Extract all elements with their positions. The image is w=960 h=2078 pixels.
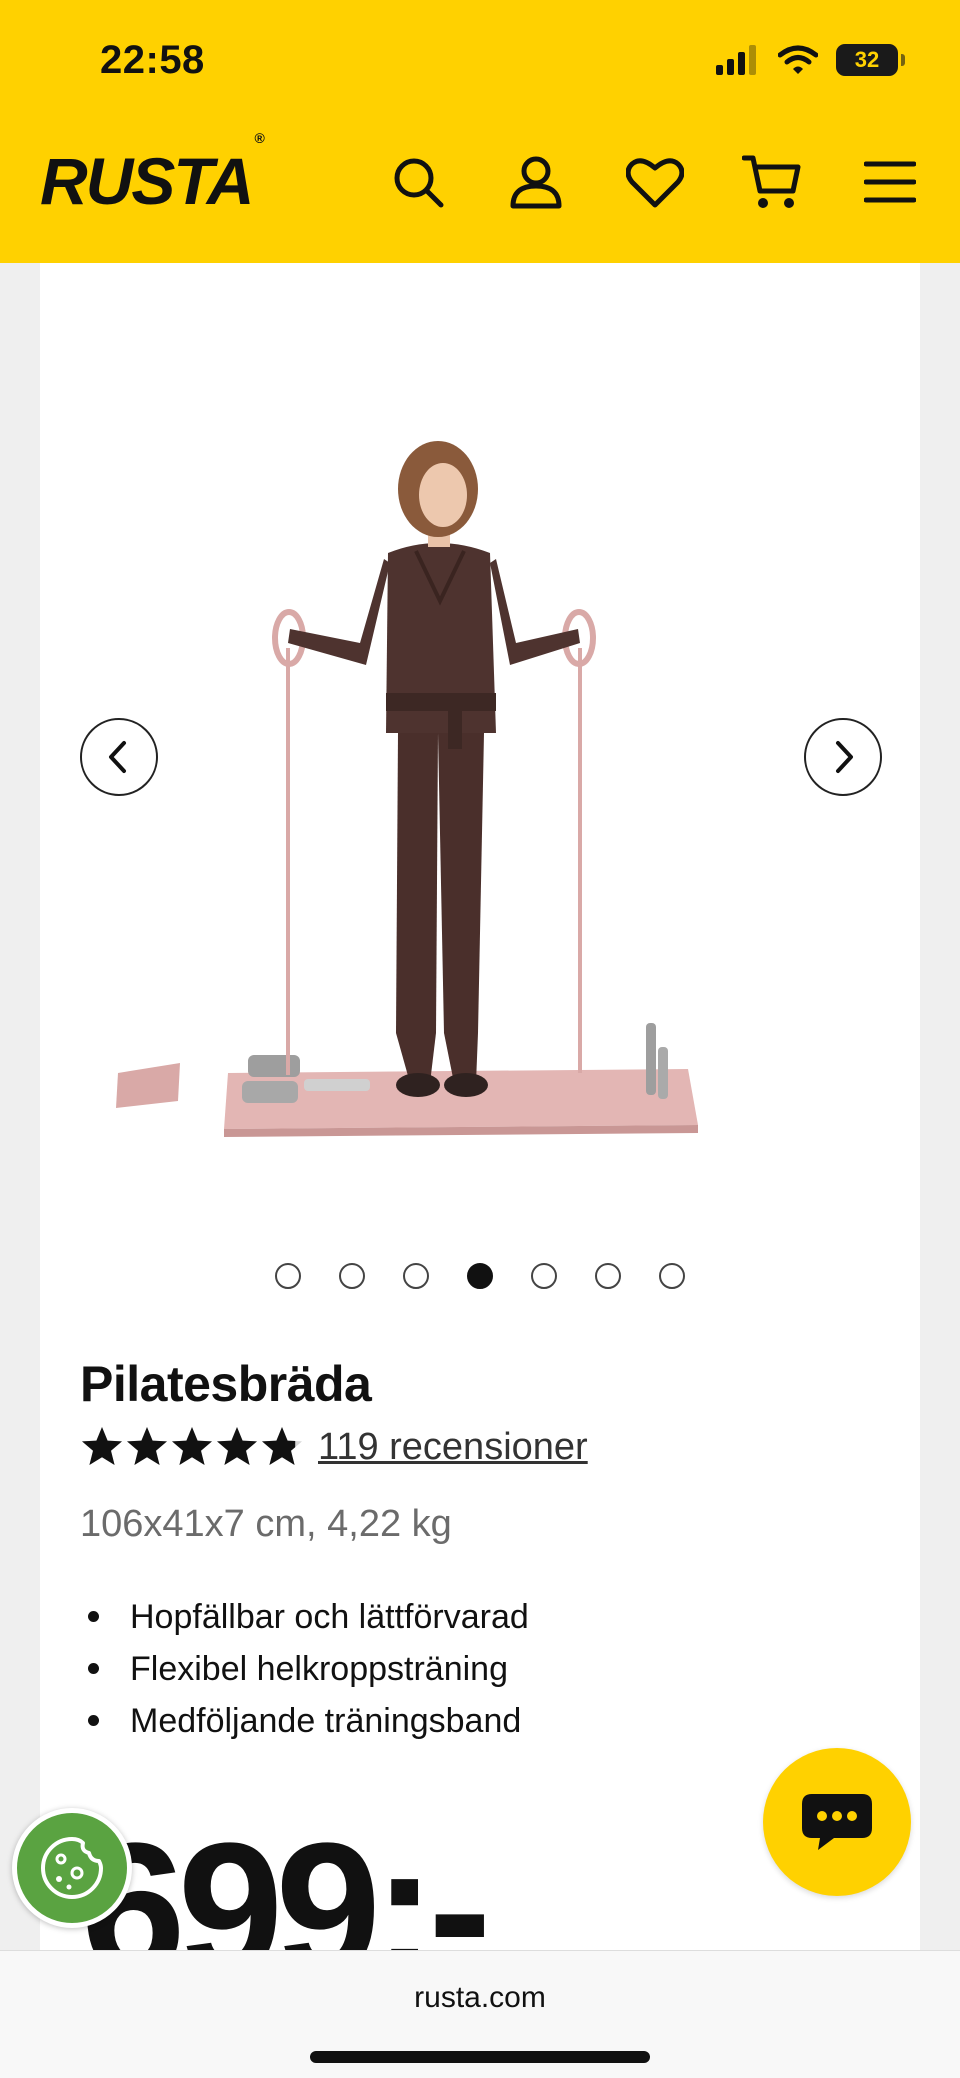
gallery-dot[interactable] (531, 1263, 557, 1289)
star-icon (217, 1427, 257, 1465)
gallery-dot[interactable] (659, 1263, 685, 1289)
product-image[interactable] (98, 433, 818, 1153)
chevron-right-icon (836, 741, 853, 773)
cart-button[interactable] (742, 152, 802, 212)
gallery-dot[interactable] (595, 1263, 621, 1289)
feature-item: Hopfällbar och lättförvarad (80, 1591, 529, 1643)
wishlist-button[interactable] (625, 152, 685, 212)
browser-address-bar[interactable]: rusta.com (0, 1950, 960, 2078)
url-text: rusta.com (414, 1981, 546, 2014)
chevron-left-icon (109, 741, 126, 773)
reviews-link[interactable]: 119 recensioner (318, 1426, 588, 1469)
cookie-settings-button[interactable] (12, 1808, 132, 1928)
status-time: 22:58 (100, 38, 205, 82)
gallery-dot[interactable] (403, 1263, 429, 1289)
image-gallery (40, 263, 920, 1289)
wifi-icon (778, 45, 818, 74)
star-icon (172, 1427, 212, 1465)
product-card: Pilatesbräda 119 recensioner 106x41x7 cm… (40, 263, 920, 2005)
chat-bubble-icon (802, 1794, 872, 1850)
battery-indicator: 32 (836, 44, 905, 76)
star-icon (127, 1427, 167, 1465)
menu-icon (864, 161, 916, 203)
status-icons: 32 (716, 44, 905, 76)
menu-button[interactable] (860, 152, 920, 212)
star-icon (262, 1427, 302, 1465)
prev-image-button[interactable] (80, 718, 158, 796)
search-button[interactable] (388, 152, 448, 212)
feature-list: Hopfällbar och lättförvarad Flexibel hel… (80, 1591, 529, 1747)
rusta-logo[interactable]: RUSTA® (40, 131, 265, 214)
home-indicator[interactable] (310, 2051, 650, 2063)
rating-row: 119 recensioner (80, 1425, 588, 1469)
product-dimensions: 106x41x7 cm, 4,22 kg (80, 1503, 452, 1545)
cart-icon (742, 155, 801, 208)
feature-item: Flexibel helkroppsträning (80, 1643, 529, 1695)
logo-text: RUSTA (40, 144, 254, 218)
gallery-pagination (40, 1263, 920, 1289)
header: 22:58 32 RUSTA® (0, 0, 960, 263)
cookie-icon (41, 1837, 103, 1899)
product-title: Pilatesbräda (80, 1356, 372, 1412)
next-image-button[interactable] (804, 718, 882, 796)
logo-trademark: ® (254, 130, 264, 146)
heart-icon (626, 158, 684, 208)
gallery-dot[interactable] (339, 1263, 365, 1289)
star-icon (82, 1427, 122, 1465)
signal-icon (716, 45, 756, 75)
star-rating (80, 1425, 304, 1469)
gallery-dot[interactable] (467, 1263, 493, 1289)
chat-button[interactable] (763, 1748, 911, 1896)
gallery-dot[interactable] (275, 1263, 301, 1289)
account-button[interactable] (506, 152, 566, 212)
feature-item: Medföljande träningsband (80, 1695, 529, 1747)
search-icon (394, 158, 444, 208)
account-icon (510, 156, 562, 209)
